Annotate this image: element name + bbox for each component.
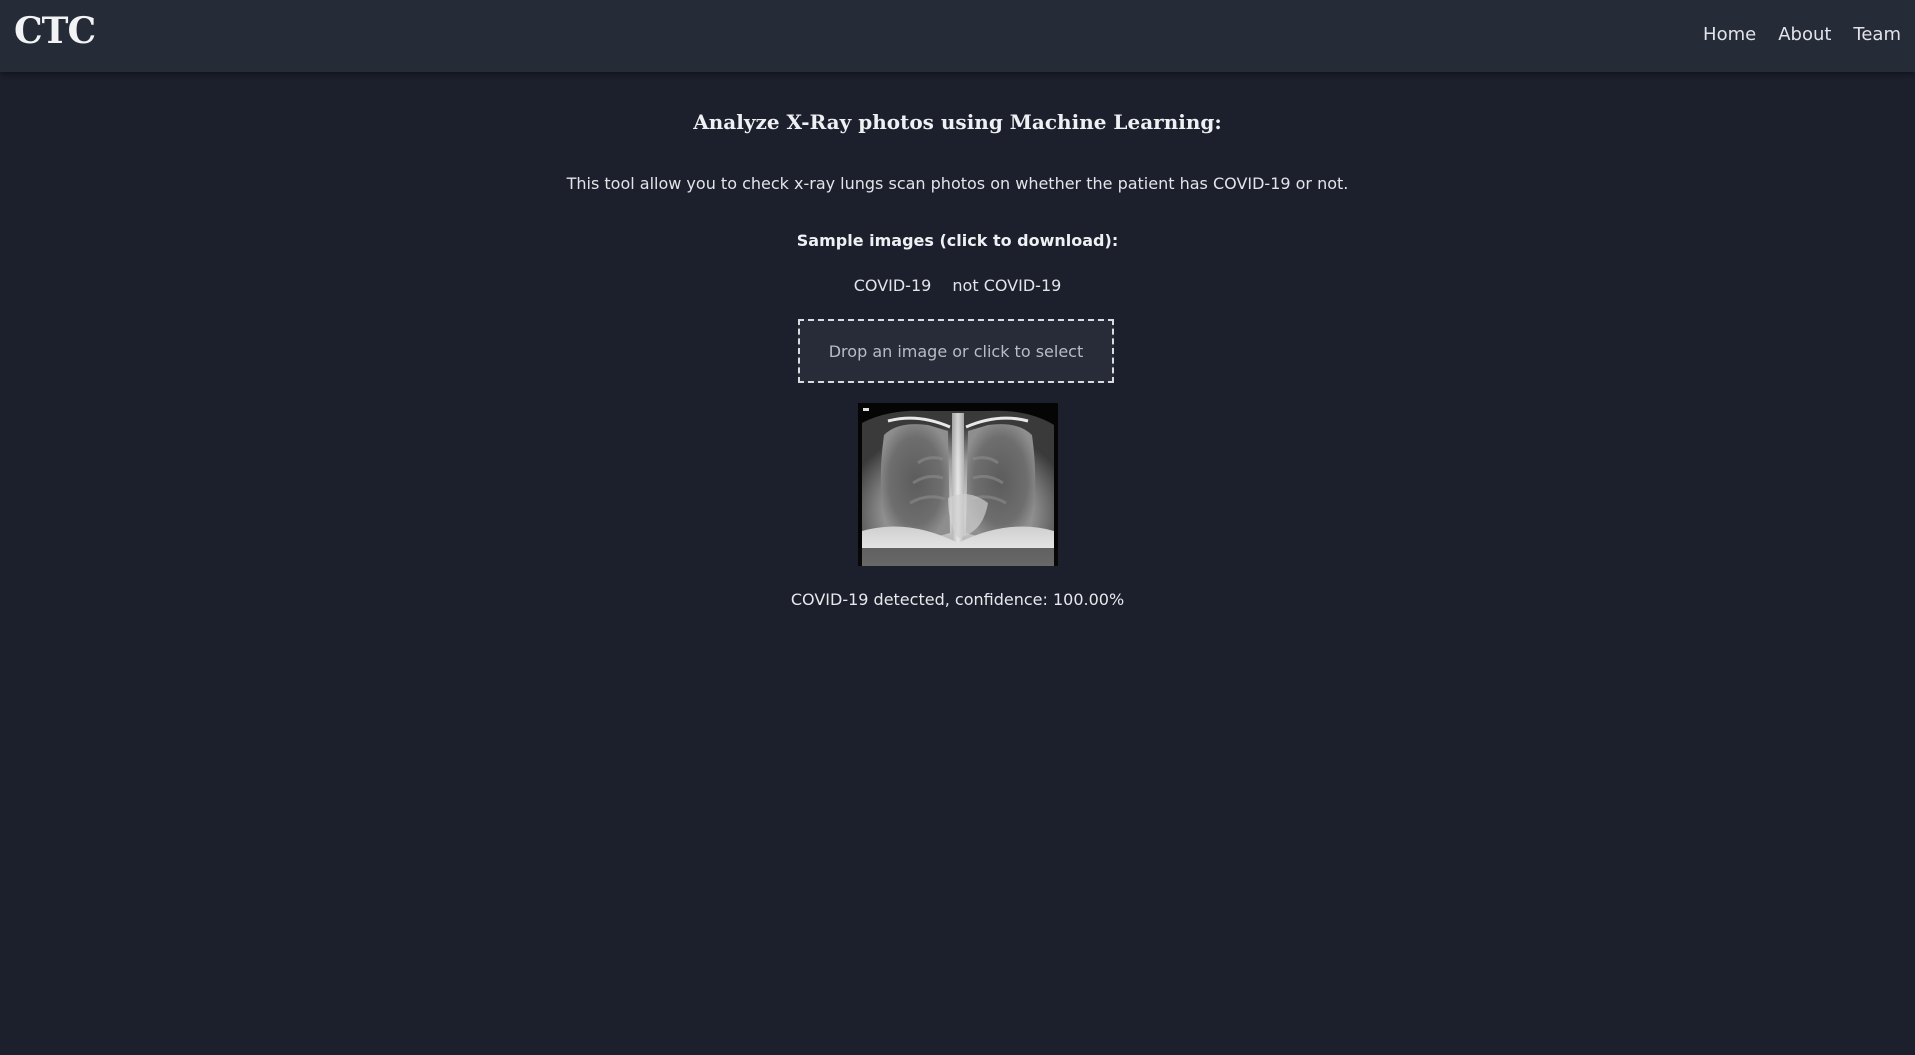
dropzone-label: Drop an image or click to select [828, 341, 1084, 361]
sample-link-not-covid[interactable]: not COVID-19 [952, 276, 1061, 295]
sample-links: COVID-19 not COVID-19 [0, 276, 1915, 295]
page-title: Analyze X-Ray photos using Machine Learn… [693, 110, 1222, 134]
sample-link-covid[interactable]: COVID-19 [854, 276, 932, 295]
xray-image [858, 403, 1058, 566]
image-dropzone[interactable]: Drop an image or click to select [798, 319, 1114, 383]
nav-link-about[interactable]: About [1778, 24, 1831, 45]
navbar: CTC Home About Team [0, 0, 1915, 72]
brand-logo[interactable]: CTC [14, 10, 96, 52]
prediction-result: COVID-19 detected, confidence: 100.00% [790, 590, 1125, 609]
tool-description: This tool allow you to check x-ray lungs… [566, 174, 1349, 193]
samples-title: Sample images (click to download): [796, 231, 1119, 250]
xray-preview-image [858, 403, 1058, 566]
nav-links: Home About Team [1703, 24, 1901, 45]
nav-link-home[interactable]: Home [1703, 24, 1756, 45]
nav-link-team[interactable]: Team [1853, 24, 1901, 45]
